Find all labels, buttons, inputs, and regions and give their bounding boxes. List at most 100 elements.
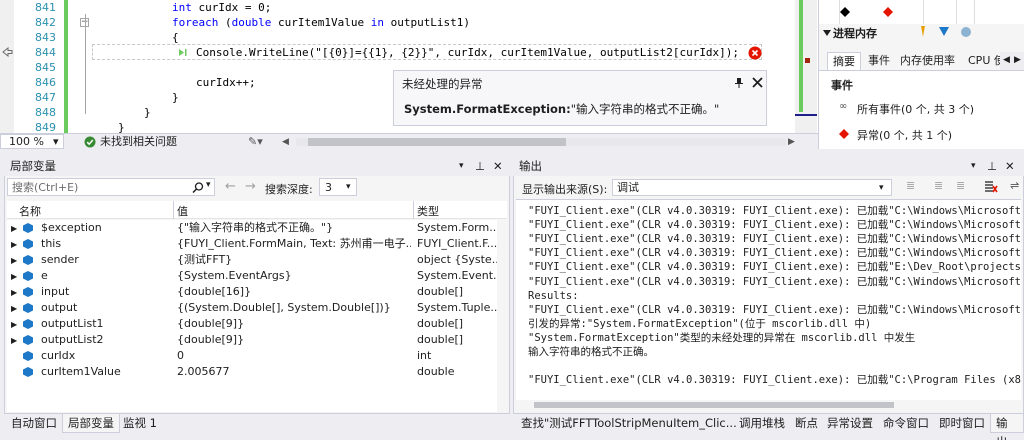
expand-arrow-icon[interactable]: ▶	[11, 301, 17, 317]
var-value[interactable]: {double[9]}	[177, 332, 411, 348]
issues-status[interactable]: 未找到相关问题	[100, 134, 177, 149]
exception-event-diamond-icon[interactable]	[882, 6, 894, 18]
locals-search-input[interactable]: 搜索(Ctrl+E) ▾	[7, 178, 215, 196]
editor-vscrollbar[interactable]	[795, 0, 817, 133]
locals-row[interactable]: ▶ outputList1 {double[9]} double[]	[7, 316, 511, 332]
var-value[interactable]: {(System.Double[], System.Double[])}	[177, 300, 411, 316]
find-message-icon[interactable]: ≣	[956, 179, 965, 192]
expand-arrow-icon[interactable]: ▶	[11, 221, 17, 237]
code-line[interactable]: {	[172, 30, 179, 45]
code-line[interactable]: curIdx++;	[196, 75, 256, 90]
locals-row[interactable]: ▶ sender {测试FFT} object {Syste...	[7, 252, 511, 268]
code-line-exception[interactable]: Console.WriteLine("[{0}]={{1}, {2}}", cu…	[196, 45, 739, 60]
locals-row[interactable]: curItem1Value 2.005677 double	[7, 364, 511, 380]
locals-row[interactable]: ▶ outputList2 {double[9]} double[]	[7, 332, 511, 348]
locals-row[interactable]: curIdx 0 int	[7, 348, 511, 364]
col-value-header[interactable]: 值	[177, 203, 188, 219]
goto-prev-icon[interactable]: ≣	[906, 179, 915, 192]
hscroll-thumb[interactable]	[534, 402, 894, 408]
pin-icon[interactable]	[734, 77, 744, 89]
tab-breakpoints[interactable]: 断点	[790, 414, 823, 433]
output-source-select[interactable]: 调试 ▾	[612, 179, 892, 196]
tab-memory-usage[interactable]: 内存使用率	[895, 52, 960, 70]
check-circle-icon	[84, 136, 96, 148]
tab-output[interactable]: 输出	[990, 414, 1024, 440]
line-number: 846	[35, 76, 56, 89]
goto-next-icon[interactable]: ≣	[934, 179, 943, 192]
col-type-header[interactable]: 类型	[417, 203, 439, 219]
col-divider[interactable]	[413, 201, 414, 219]
close-icon[interactable]: ✕	[493, 156, 503, 176]
forward-arrow-icon[interactable]: →	[245, 179, 256, 194]
search-icon[interactable]	[192, 182, 204, 193]
pin-icon[interactable]: ⊥	[987, 156, 997, 176]
word-wrap-icon[interactable]: ⇌	[1010, 179, 1019, 192]
back-arrow-icon[interactable]: ←	[225, 179, 236, 194]
var-value[interactable]: {"输入字符串的格式不正确。"}	[177, 220, 411, 236]
var-value[interactable]: {double[9]}	[177, 316, 411, 332]
collapse-triangle-icon[interactable]	[823, 29, 831, 37]
col-name-header[interactable]: 名称	[19, 203, 41, 219]
locals-row[interactable]: ▶ output {(System.Double[], System.Double[…	[7, 300, 511, 316]
editor-hscrollbar[interactable]	[296, 138, 786, 146]
tab-autos[interactable]: 自动窗口	[6, 414, 62, 433]
scroll-left-icon[interactable]: ◀	[282, 137, 289, 147]
tab-locals[interactable]: 局部变量	[62, 414, 120, 433]
var-value[interactable]: {测试FFT}	[177, 252, 411, 268]
tab-summary[interactable]: 摘要	[827, 52, 861, 70]
break-event-diamond-icon[interactable]	[839, 6, 851, 18]
tab-watch-1[interactable]: 监视 1	[118, 414, 162, 433]
tab-exception-settings[interactable]: 异常设置	[822, 414, 878, 433]
error-icon[interactable]	[748, 46, 762, 60]
events-timeline[interactable]	[819, 0, 1024, 24]
close-icon[interactable]: ✕	[1005, 156, 1015, 176]
locals-row[interactable]: ▶ this {FUYI_Client.FormMain, Text: 苏州甫一电子…	[7, 236, 511, 252]
expand-arrow-icon[interactable]: ▶	[11, 285, 17, 301]
all-events-link[interactable]: 所有事件(0 个, 共 3 个)	[857, 101, 974, 117]
locals-row[interactable]: ▶ input {double[16]} double[]	[7, 284, 511, 300]
tab-scroll-left-icon[interactable]: ◀	[1003, 55, 1010, 65]
tab-scroll-right-icon[interactable]: ▶	[1014, 55, 1021, 65]
zoom-select[interactable]: 100 % ▾	[0, 134, 64, 149]
tab-command-window[interactable]: 命令窗口	[878, 414, 934, 433]
var-value[interactable]: {System.EventArgs}	[177, 268, 411, 284]
pane-menu-icon[interactable]: ▾	[459, 156, 464, 176]
tab-scroll[interactable]: ◀ ▶	[1000, 52, 1024, 70]
close-icon[interactable]	[752, 77, 763, 88]
code-line[interactable]: int curIdx = 0;	[172, 0, 271, 15]
tab-events[interactable]: 事件	[863, 52, 895, 70]
locals-row[interactable]: ▶ $exception {"输入字符串的格式不正确。"} System.Form..…	[7, 220, 511, 236]
tab-immediate-window[interactable]: 即时窗口	[934, 414, 990, 433]
pane-menu-icon[interactable]: ▾	[971, 156, 976, 176]
expand-arrow-icon[interactable]: ▶	[11, 333, 17, 349]
clear-all-icon[interactable]	[984, 180, 998, 193]
output-hscrollbar[interactable]	[516, 400, 1021, 410]
var-value[interactable]: {double[16]}	[177, 284, 411, 300]
exceptions-link[interactable]: 异常(0 个, 共 1 个)	[857, 127, 952, 143]
editor-gutter[interactable]	[0, 0, 14, 133]
scroll-right-icon[interactable]: ▶	[788, 137, 795, 147]
expand-arrow-icon[interactable]: ▶	[11, 253, 17, 269]
hscroll-thumb[interactable]	[308, 138, 566, 146]
expand-arrow-icon[interactable]: ▶	[11, 237, 17, 253]
var-value[interactable]: 2.005677	[177, 364, 411, 380]
col-divider[interactable]	[173, 201, 174, 219]
var-value[interactable]: {FUYI_Client.FormMain, Text: 苏州甫一电子...	[177, 236, 411, 252]
output-text-area[interactable]: "FUYI_Client.exe"(CLR v4.0.30319: FUYI_C…	[516, 199, 1021, 407]
expand-arrow-icon[interactable]: ▶	[11, 317, 17, 333]
run-to-line-icon[interactable]	[178, 48, 188, 57]
var-value[interactable]: 0	[177, 348, 411, 364]
code-line[interactable]: }	[118, 120, 125, 133]
code-line[interactable]: foreach (double curItem1Value in outputL…	[172, 15, 470, 30]
pin-icon[interactable]: ⊥	[475, 156, 485, 176]
tab-find-results[interactable]: 查找"测试FFTToolStripMenuItem_Clic...	[516, 414, 742, 433]
code-line[interactable]: }	[172, 90, 179, 105]
search-options-icon[interactable]: ▾	[206, 180, 211, 190]
expand-arrow-icon[interactable]: ▶	[11, 269, 17, 285]
depth-select[interactable]: 3 ▾	[319, 178, 357, 196]
tab-call-stack[interactable]: 调用堆栈	[734, 414, 790, 433]
locals-vscrollbar[interactable]	[497, 220, 509, 412]
brush-icon[interactable]: ✎▾	[248, 134, 263, 149]
locals-row[interactable]: ▶ e {System.EventArgs} System.Event...	[7, 268, 511, 284]
code-line[interactable]: }	[144, 105, 151, 120]
